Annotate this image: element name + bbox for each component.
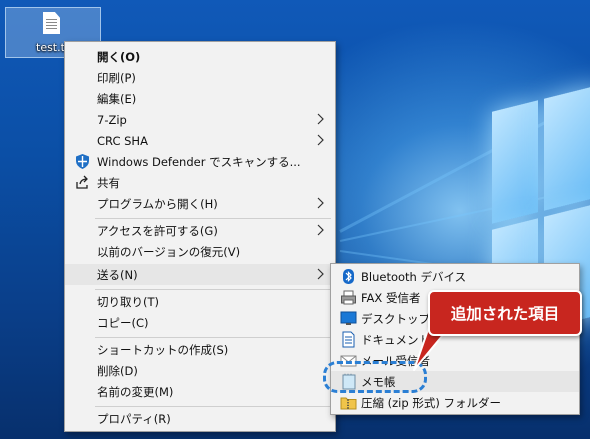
annotation-callout: 追加された項目 — [428, 290, 582, 336]
menu-item-defender-scan[interactable]: Windows Defender でスキャンする... — [65, 151, 335, 172]
zip-folder-icon — [340, 397, 357, 410]
text-file-icon — [43, 12, 60, 34]
menu-item-label: 印刷(P) — [97, 70, 136, 85]
menu-item-label: Windows Defender でスキャンする... — [97, 154, 301, 169]
send-to-zip-folder[interactable]: 圧縮 (zip 形式) フォルダー — [331, 392, 579, 413]
menu-item-share[interactable]: 共有 — [65, 172, 335, 193]
windows-defender-icon — [76, 154, 89, 169]
menu-item-label: ショートカットの作成(S) — [97, 342, 229, 357]
menu-item-open-with[interactable]: プログラムから開く(H) — [65, 193, 335, 214]
fax-icon — [341, 290, 356, 305]
menu-item-restore-versions[interactable]: 以前のバージョンの復元(V) — [65, 241, 335, 262]
menu-item-label: 以前のバージョンの復元(V) — [97, 244, 241, 259]
callout-text: 追加された項目 — [450, 305, 560, 323]
context-menu: 開く(O) 印刷(P) 編集(E) 7-Zip CRC SHA Windows … — [64, 41, 336, 432]
menu-separator — [95, 218, 331, 219]
menu-separator — [95, 337, 331, 338]
menu-separator — [95, 406, 331, 407]
submenu-item-label: FAX 受信者 — [361, 290, 421, 305]
chevron-right-icon — [317, 224, 324, 236]
menu-item-label: CRC SHA — [97, 133, 148, 148]
menu-item-label: 送る(N) — [97, 267, 138, 282]
send-to-bluetooth[interactable]: Bluetooth デバイス — [331, 266, 579, 287]
menu-item-properties[interactable]: プロパティ(R) — [65, 408, 335, 429]
menu-item-label: コピー(C) — [97, 315, 149, 330]
bluetooth-icon — [343, 269, 354, 284]
menu-separator — [95, 289, 331, 290]
menu-item-delete[interactable]: 削除(D) — [65, 360, 335, 381]
menu-item-label: プログラムから開く(H) — [97, 196, 218, 211]
menu-item-print[interactable]: 印刷(P) — [65, 67, 335, 88]
chevron-right-icon — [317, 113, 324, 125]
menu-item-label: 7-Zip — [97, 112, 127, 127]
submenu-item-label: 圧縮 (zip 形式) フォルダー — [361, 395, 501, 410]
menu-item-label: 編集(E) — [97, 91, 137, 106]
share-icon — [76, 175, 88, 189]
menu-item-give-access[interactable]: アクセスを許可する(G) — [65, 220, 335, 241]
document-icon — [342, 331, 355, 348]
menu-item-cut[interactable]: 切り取り(T) — [65, 291, 335, 312]
chevron-right-icon — [317, 134, 324, 146]
menu-item-label: 開く(O) — [97, 49, 141, 64]
menu-item-crc-sha[interactable]: CRC SHA — [65, 130, 335, 151]
chevron-right-icon — [317, 197, 324, 209]
desktop-icon — [340, 311, 357, 325]
menu-item-7zip[interactable]: 7-Zip — [65, 109, 335, 130]
submenu-item-label: Bluetooth デバイス — [361, 269, 467, 284]
menu-item-label: 共有 — [97, 175, 120, 190]
menu-item-label: プロパティ(R) — [97, 411, 171, 426]
chevron-right-icon — [317, 268, 324, 280]
menu-item-copy[interactable]: コピー(C) — [65, 312, 335, 333]
menu-item-edit[interactable]: 編集(E) — [65, 88, 335, 109]
menu-item-label: 削除(D) — [97, 363, 138, 378]
menu-item-send-to[interactable]: 送る(N) — [65, 264, 335, 285]
menu-item-label: アクセスを許可する(G) — [97, 223, 218, 238]
menu-item-rename[interactable]: 名前の変更(M) — [65, 381, 335, 402]
menu-item-label: 切り取り(T) — [97, 294, 159, 309]
menu-item-open[interactable]: 開く(O) — [65, 46, 335, 67]
menu-item-label: 名前の変更(M) — [97, 384, 174, 399]
menu-item-create-shortcut[interactable]: ショートカットの作成(S) — [65, 339, 335, 360]
